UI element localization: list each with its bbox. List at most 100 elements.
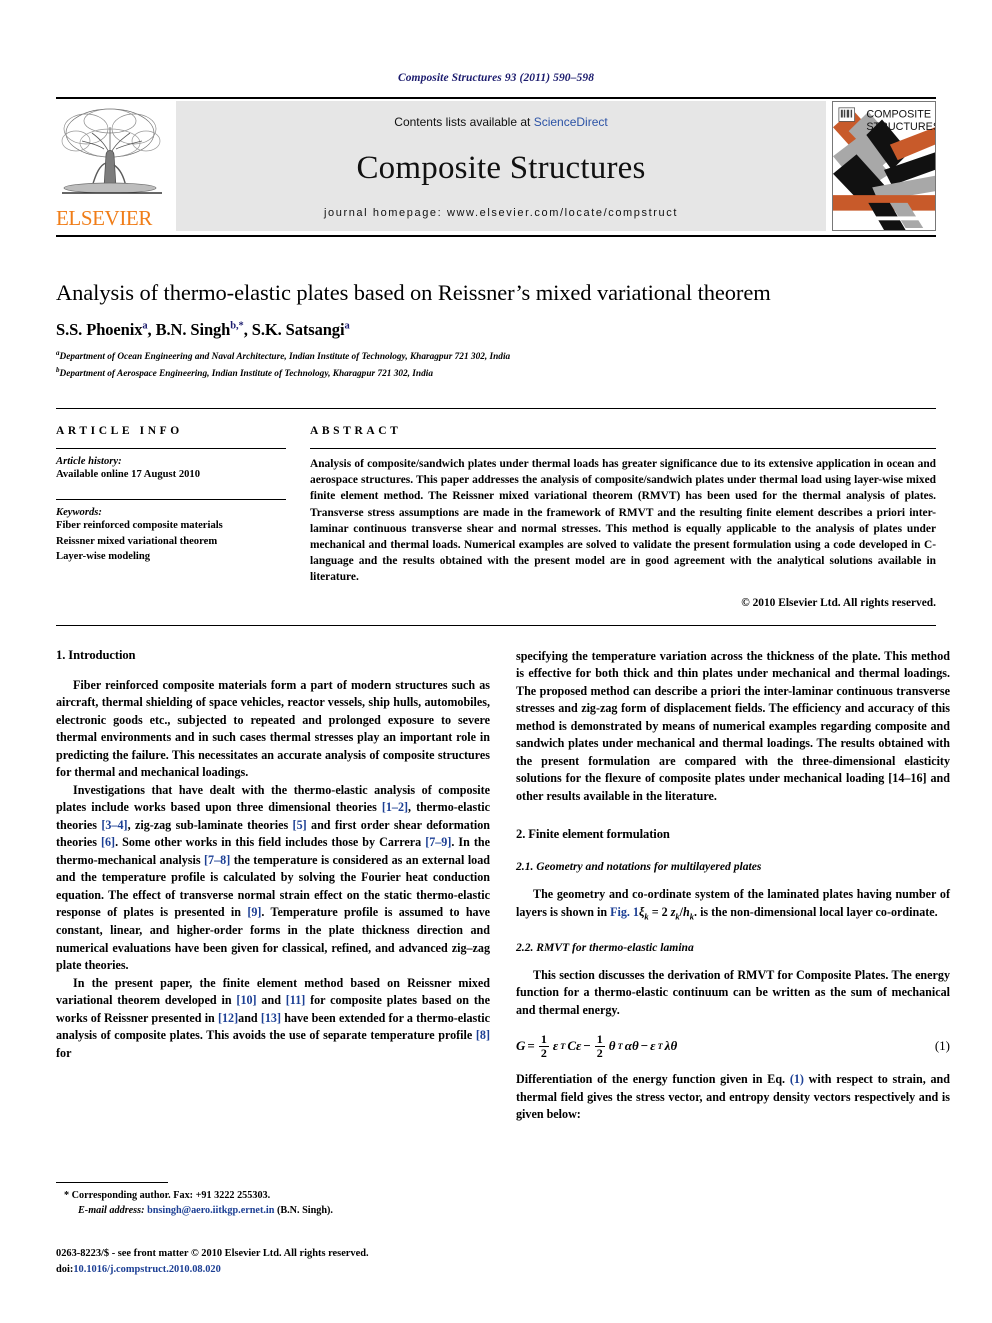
- masthead-bottom-rule: [56, 235, 936, 237]
- author-sep: ,: [147, 320, 156, 339]
- doi-label: doi:: [56, 1263, 74, 1275]
- affiliation-text: Department of Aerospace Engineering, Ind…: [59, 369, 433, 380]
- cover-title-line1: COMPOSITE: [866, 109, 931, 121]
- corresponding-author-text: Corresponding author. Fax: +91 3222 2553…: [71, 1190, 271, 1201]
- journal-masthead: ELSEVIER Contents lists available at Sci…: [56, 97, 936, 233]
- citation-reference[interactable]: [7–9]: [425, 835, 451, 849]
- citation-reference[interactable]: [8]: [476, 1028, 490, 1042]
- cover-artwork: COMPOSITE STRUCTURES: [833, 102, 935, 230]
- eq-transpose: T: [617, 1041, 623, 1052]
- section-heading-introduction: 1. Introduction: [56, 647, 136, 662]
- paragraph-geometry: The geometry and co-ordinate system of t…: [516, 886, 950, 922]
- abstract-copyright: © 2010 Elsevier Ltd. All rights reserved…: [741, 596, 936, 609]
- eq-term-Cepsilon: Cε: [567, 1038, 582, 1054]
- citation-reference[interactable]: [7–8]: [204, 853, 230, 867]
- equation-reference[interactable]: (1): [790, 1072, 804, 1086]
- author-name: S.S. Phoenix: [56, 320, 143, 339]
- eq-equals: =: [527, 1038, 535, 1054]
- author-name: S.K. Satsangi: [251, 320, 345, 339]
- journal-cover-thumbnail: COMPOSITE STRUCTURES: [832, 101, 936, 231]
- eq-term-strain: ε: [552, 1038, 559, 1054]
- diff-text-pre: Differentiation of the energy function g…: [516, 1072, 790, 1087]
- keywords-block: Keywords: Fiber reinforced composite mat…: [56, 499, 286, 564]
- geometry-text-post: . is the non-dimensional local layer co-…: [694, 904, 938, 919]
- article-info-rule: [56, 448, 286, 450]
- citation-reference[interactable]: [9]: [247, 905, 261, 919]
- equation-number: (1): [934, 1038, 950, 1054]
- citation-reference[interactable]: [13]: [261, 1011, 281, 1025]
- author-list: S.S. Phoenix a, B.N. Singhb,*, S.K. Satsa…: [56, 320, 936, 340]
- subsection-heading-rmvt: 2.2. RMVT for thermo-elastic lamina: [516, 940, 694, 954]
- eq-term-lambdatheta: λθ: [664, 1038, 678, 1054]
- contents-prefix: Contents lists available at: [394, 115, 534, 129]
- paragraph-text: In the present paper, the finite element…: [56, 975, 491, 1060]
- abstract-heading: ABSTRACT: [310, 425, 402, 438]
- sciencedirect-link[interactable]: ScienceDirect: [534, 115, 608, 129]
- affiliation-item: aDepartment of Ocean Engineering and Nav…: [56, 348, 936, 365]
- paragraph: In the present paper, the finite element…: [56, 975, 490, 1063]
- keyword-item: Reissner mixed variational theorem: [56, 535, 218, 547]
- paragraph-text: Investigations that have dealt with the …: [56, 782, 491, 973]
- elsevier-tree-icon: [61, 108, 162, 194]
- article-info-heading: ARTICLE INFO: [56, 425, 183, 438]
- fraction-one-half: 1 2: [538, 1032, 549, 1059]
- article-history-value: Available online 17 August 2010: [56, 469, 201, 481]
- subsection-heading-geometry: 2.1. Geometry and notations for multilay…: [516, 860, 762, 874]
- page-title: Analysis of thermo-elastic plates based …: [56, 280, 771, 305]
- email-link[interactable]: bnsingh@aero.iitkgp.ernet.in: [147, 1205, 274, 1216]
- fraction-denominator: 2: [594, 1045, 605, 1060]
- eq-minus: −: [583, 1038, 591, 1054]
- email-note: E-mail address: bnsingh@aero.iitkgp.erne…: [78, 1203, 490, 1218]
- paragraph: Investigations that have dealt with the …: [56, 782, 490, 975]
- equation-1-math: G = 1 2 ε T Cε − 1 2 θ Tαθ − ε Tλθ: [516, 1033, 677, 1059]
- eq-transpose: T: [657, 1041, 663, 1052]
- citation-reference[interactable]: [5]: [293, 818, 307, 832]
- abstract-body: Analysis of composite/sandwich plates un…: [310, 458, 936, 584]
- cover-title-line2: STRUCTURES: [866, 121, 935, 133]
- issn-copyright-block: 0263-8223/$ - see front matter © 2010 El…: [56, 1246, 516, 1277]
- affiliation-item: bDepartment of Aerospace Engineering, In…: [56, 365, 936, 382]
- xi-equals: = 2: [648, 904, 671, 919]
- citation-reference[interactable]: [10]: [236, 993, 256, 1007]
- citation-reference[interactable]: [11]: [286, 993, 305, 1007]
- citation-reference[interactable]: [1–2]: [382, 800, 408, 814]
- elsevier-wordmark: ELSEVIER: [56, 206, 152, 230]
- fraction-numerator: 1: [540, 1032, 547, 1047]
- doi-line: doi:10.1016/j.compstruct.2010.08.020: [56, 1262, 516, 1278]
- equation-1: G = 1 2 ε T Cε − 1 2 θ Tαθ − ε Tλθ (1): [516, 1033, 950, 1059]
- citation-reference[interactable]: [12]: [218, 1011, 238, 1025]
- doi-link[interactable]: 10.1016/j.compstruct.2010.08.020: [73, 1264, 220, 1275]
- article-history-label: Article history:: [56, 456, 122, 468]
- info-abstract-region: ARTICLE INFO Article history: Available …: [56, 408, 936, 609]
- author-name: B.N. Singh: [155, 320, 231, 339]
- contents-available-line: Contents lists available at ScienceDirec…: [394, 115, 607, 129]
- elsevier-logo-block: ELSEVIER: [56, 99, 172, 233]
- abstract-rule: [310, 448, 936, 450]
- eq-transpose: T: [560, 1041, 566, 1052]
- journal-title: Composite Structures: [356, 149, 646, 186]
- paragraph: Fiber reinforced composite materials for…: [56, 677, 490, 780]
- author-affil-mark: a: [344, 320, 350, 332]
- section-heading-finite-element: 2. Finite element formulation: [516, 827, 670, 842]
- journal-header-band: Contents lists available at ScienceDirec…: [176, 101, 826, 231]
- paragraph-rmvt: This section discusses the derivation of…: [516, 967, 950, 1017]
- eq-term-strain2: ε: [650, 1038, 656, 1054]
- keywords-label: Keywords:: [56, 507, 102, 519]
- body-columns: 1. Introduction Fiber reinforced composi…: [56, 647, 950, 1158]
- eq-minus: −: [640, 1038, 649, 1054]
- keywords-rule: [56, 499, 286, 501]
- citation-reference[interactable]: [6]: [101, 835, 115, 849]
- keyword-item: Fiber reinforced composite materials: [56, 520, 223, 532]
- eq-lhs: G: [516, 1038, 526, 1054]
- abstract-column: ABSTRACT Analysis of composite/sandwich …: [310, 425, 936, 609]
- h-symbol: h: [683, 904, 690, 919]
- figure-reference[interactable]: Fig. 1: [610, 905, 639, 919]
- right-column: specifying the temperature variation acr…: [516, 648, 950, 1158]
- citation-reference[interactable]: [3–4]: [101, 818, 127, 832]
- affiliation-list: aDepartment of Ocean Engineering and Nav…: [56, 348, 936, 382]
- author-sep: ,: [243, 320, 252, 339]
- journal-homepage-line[interactable]: journal homepage: www.elsevier.com/locat…: [324, 207, 678, 219]
- corresponding-author-note: * Corresponding author. Fax: +91 3222 25…: [64, 1188, 490, 1203]
- eq-term-alphatheta: αθ: [624, 1038, 639, 1054]
- article-info-column: ARTICLE INFO Article history: Available …: [56, 425, 286, 609]
